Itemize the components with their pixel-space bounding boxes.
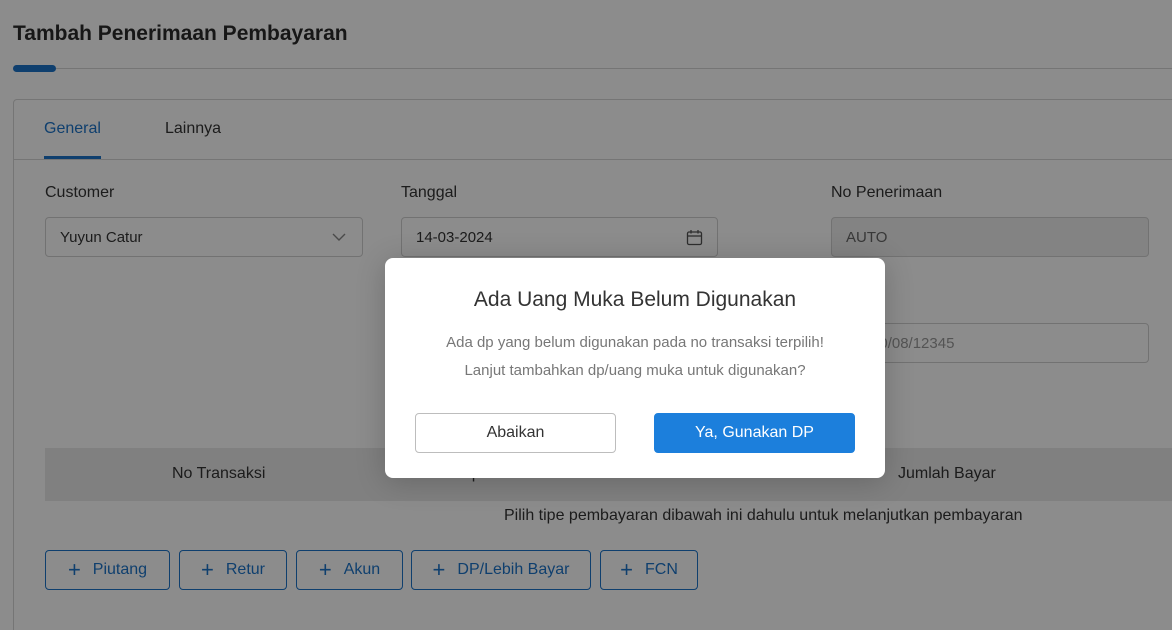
dialog-message-line-1: Ada dp yang belum digunakan pada no tran…: [446, 334, 824, 351]
use-dp-button[interactable]: Ya, Gunakan DP: [654, 413, 855, 453]
dialog-message-line-2: Lanjut tambahkan dp/uang muka untuk digu…: [464, 362, 806, 379]
dialog-title: Ada Uang Muka Belum Digunakan: [473, 288, 797, 311]
unused-dp-dialog: Ada Uang Muka Belum Digunakan Ada dp yan…: [385, 258, 885, 478]
ignore-button[interactable]: Abaikan: [415, 413, 616, 453]
